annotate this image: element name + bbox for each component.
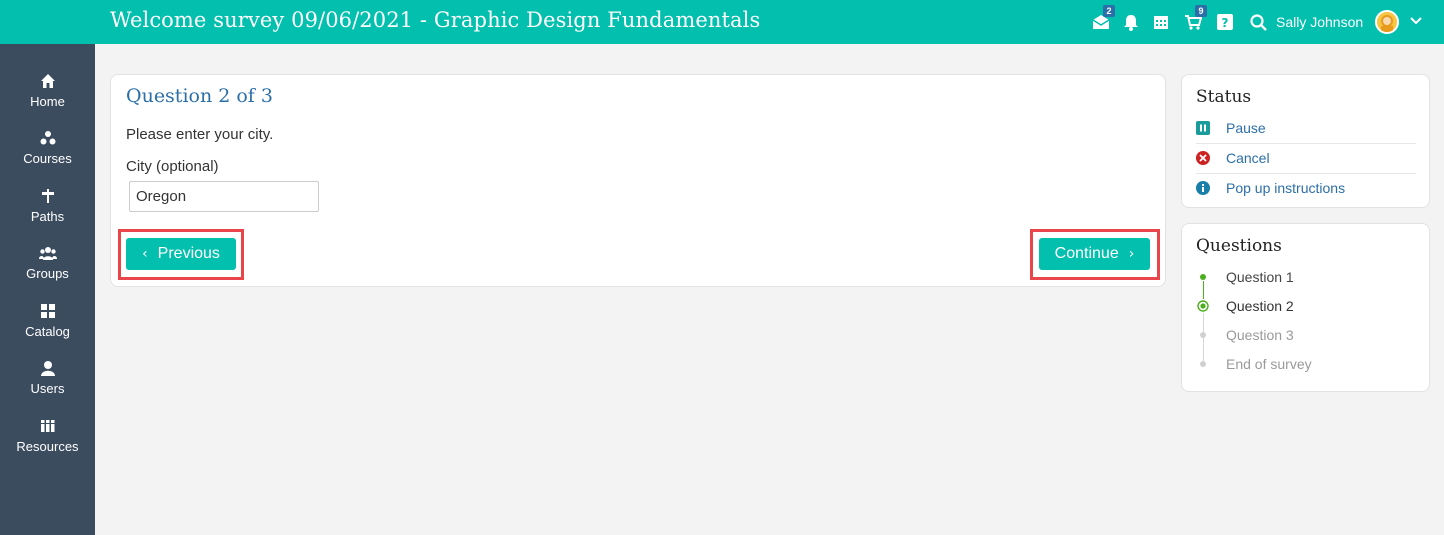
status-title: Status [1196, 87, 1252, 107]
paths-icon [0, 188, 95, 206]
continue-label: Continue [1054, 245, 1119, 262]
question-step-label: Question 1 [1226, 269, 1294, 285]
step-pending-icon [1196, 328, 1210, 342]
pause-icon [1196, 121, 1210, 135]
status-panel: Status Pause Cancel Pop up instructions [1181, 74, 1430, 208]
city-input[interactable] [129, 181, 319, 212]
page-title: Welcome survey 09/06/2021 - Graphic Desi… [110, 8, 761, 32]
sidebar-item-home[interactable]: Home [0, 73, 95, 123]
top-bar: Welcome survey 09/06/2021 - Graphic Desi… [0, 0, 1444, 44]
cancel-icon [1196, 151, 1210, 165]
chevron-right-icon: › [1128, 246, 1135, 262]
question-title: Question 2 of 3 [126, 85, 273, 107]
chevron-down-icon[interactable] [1409, 14, 1423, 33]
groups-icon [0, 245, 95, 263]
resources-icon [0, 418, 95, 436]
question-step-label: End of survey [1226, 356, 1312, 372]
city-field-label: City (optional) [126, 158, 219, 175]
sidebar-item-label: Catalog [25, 324, 70, 339]
questions-panel: Questions Question 1 Question 2 Question… [1181, 223, 1430, 392]
question-step-label: Question 3 [1226, 327, 1294, 343]
previous-button[interactable]: ‹ Previous [126, 238, 236, 270]
help-icon[interactable]: ? [1214, 10, 1236, 34]
continue-button[interactable]: Continue › [1039, 238, 1150, 270]
cancel-label: Cancel [1226, 150, 1270, 166]
sidebar-item-label: Courses [23, 151, 72, 166]
sidebar-item-users[interactable]: Users [0, 360, 95, 410]
step-current-icon [1196, 299, 1210, 313]
sidebar-item-courses[interactable]: Courses [0, 130, 95, 180]
question-step[interactable]: Question 2 [1196, 296, 1294, 316]
sidebar: Home Courses Paths Groups Catalog Users … [0, 44, 95, 535]
previous-label: Previous [157, 245, 220, 262]
question-text: Please enter your city. [126, 126, 274, 143]
cart-icon[interactable]: 9 [1182, 5, 1207, 34]
svg-text:?: ? [1222, 16, 1229, 30]
users-icon [0, 360, 95, 378]
instructions-label: Pop up instructions [1226, 180, 1346, 196]
sidebar-item-label: Users [30, 381, 65, 396]
calendar-icon[interactable] [1150, 10, 1172, 34]
search-icon[interactable] [1247, 10, 1269, 34]
inbox-icon[interactable]: 2 [1090, 5, 1115, 34]
user-name[interactable]: Sally Johnson [1276, 14, 1363, 30]
sidebar-item-groups[interactable]: Groups [0, 245, 95, 295]
sidebar-item-paths[interactable]: Paths [0, 188, 95, 238]
pause-link[interactable]: Pause [1196, 113, 1416, 143]
home-icon [0, 73, 95, 91]
questions-title: Questions [1196, 236, 1282, 256]
sidebar-item-resources[interactable]: Resources [0, 418, 95, 468]
sidebar-item-label: Home [30, 94, 65, 109]
avatar[interactable] [1375, 10, 1399, 34]
step-done-icon [1196, 270, 1210, 284]
question-card: Question 2 of 3 Please enter your city. … [110, 74, 1166, 287]
info-icon [1196, 181, 1210, 195]
catalog-icon [0, 303, 95, 321]
bell-icon[interactable] [1120, 10, 1142, 34]
question-step: End of survey [1196, 354, 1312, 374]
cart-badge: 9 [1195, 5, 1207, 17]
sidebar-item-catalog[interactable]: Catalog [0, 303, 95, 353]
sidebar-item-label: Paths [30, 209, 65, 224]
chevron-left-icon: ‹ [142, 246, 148, 262]
instructions-link[interactable]: Pop up instructions [1196, 173, 1416, 203]
sidebar-item-label: Resources [16, 439, 79, 454]
step-pending-icon [1196, 357, 1210, 371]
question-step[interactable]: Question 1 [1196, 267, 1294, 287]
cancel-link[interactable]: Cancel [1196, 143, 1416, 173]
inbox-badge: 2 [1103, 5, 1115, 17]
courses-icon [0, 130, 95, 148]
question-step: Question 3 [1196, 325, 1294, 345]
pause-label: Pause [1226, 120, 1266, 136]
question-step-label: Question 2 [1226, 298, 1294, 314]
sidebar-item-label: Groups [26, 266, 69, 281]
